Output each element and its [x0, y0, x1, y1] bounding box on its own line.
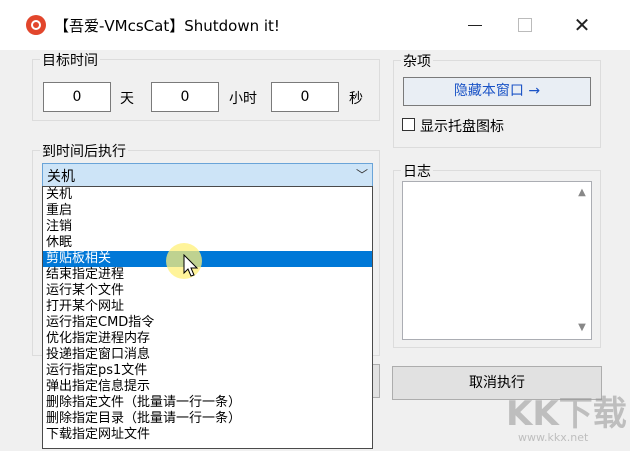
- action-dropdown-list[interactable]: 关机 重启 注销 休眠 剪贴板相关 结束指定进程 运行某个文件 打开某个网址 运行指定CMD指令…: [42, 186, 373, 449]
- seconds-input[interactable]: 0: [271, 82, 339, 112]
- dropdown-option[interactable]: 注销: [43, 219, 372, 235]
- maximize-icon: [518, 18, 532, 32]
- hours-input[interactable]: 0: [151, 82, 219, 112]
- dropdown-option[interactable]: 重启: [43, 203, 372, 219]
- dropdown-option[interactable]: 弹出指定信息提示: [43, 379, 372, 395]
- watermark-logo: KK下载 www.kkx.net: [506, 396, 628, 450]
- hours-unit: 小时: [229, 91, 257, 107]
- watermark-text: KK下载: [506, 394, 627, 434]
- dropdown-option[interactable]: 投递指定窗口消息: [43, 347, 372, 363]
- action-select[interactable]: 关机 ﹀: [42, 163, 373, 187]
- hide-window-button[interactable]: 隐藏本窗口 →: [403, 77, 591, 106]
- mouse-cursor-icon: [183, 254, 199, 277]
- close-button[interactable]: ✕: [560, 8, 604, 42]
- minimize-icon: [468, 25, 482, 26]
- action-select-value: 关机: [47, 169, 75, 185]
- dropdown-option[interactable]: 关机: [43, 187, 372, 203]
- dropdown-option[interactable]: 打开某个网址: [43, 299, 372, 315]
- days-unit: 天: [120, 91, 134, 107]
- dropdown-option[interactable]: 优化指定进程内存: [43, 331, 372, 347]
- dropdown-option[interactable]: 运行某个文件: [43, 283, 372, 299]
- misc-legend: 杂项: [401, 51, 433, 71]
- app-icon: [26, 15, 46, 35]
- dropdown-option[interactable]: 结束指定进程: [43, 267, 372, 283]
- title-bar: 【吾爱-VMcsCat】Shutdown it! ✕: [0, 0, 630, 50]
- dropdown-option[interactable]: 运行指定ps1文件: [43, 363, 372, 379]
- scroll-up-icon[interactable]: ▲: [575, 186, 589, 200]
- days-input[interactable]: 0: [43, 82, 111, 112]
- scroll-down-icon[interactable]: ▼: [575, 321, 589, 335]
- tray-icon-label[interactable]: 显示托盘图标: [420, 116, 504, 136]
- maximize-button: [502, 8, 546, 42]
- window-title: 【吾爱-VMcsCat】Shutdown it!: [54, 17, 280, 35]
- dropdown-option[interactable]: 删除指定文件（批量请一行一条）: [43, 395, 372, 411]
- dropdown-option[interactable]: 下载指定网址文件: [43, 427, 372, 443]
- log-legend: 日志: [401, 161, 433, 181]
- tray-icon-checkbox[interactable]: [402, 118, 415, 131]
- target-time-legend: 目标时间: [40, 50, 100, 70]
- action-legend: 到时间后执行: [40, 141, 128, 161]
- dropdown-option[interactable]: 休眠: [43, 235, 372, 251]
- dropdown-option[interactable]: 删除指定目录（批量请一行一条）: [43, 411, 372, 427]
- seconds-unit: 秒: [349, 91, 363, 107]
- dropdown-option[interactable]: 运行指定CMD指令: [43, 315, 372, 331]
- dropdown-option[interactable]: 剪贴板相关: [43, 251, 372, 267]
- minimize-button[interactable]: [454, 8, 498, 42]
- log-textarea[interactable]: ▲ ▼: [402, 181, 592, 340]
- chevron-down-icon[interactable]: ﹀: [356, 166, 368, 183]
